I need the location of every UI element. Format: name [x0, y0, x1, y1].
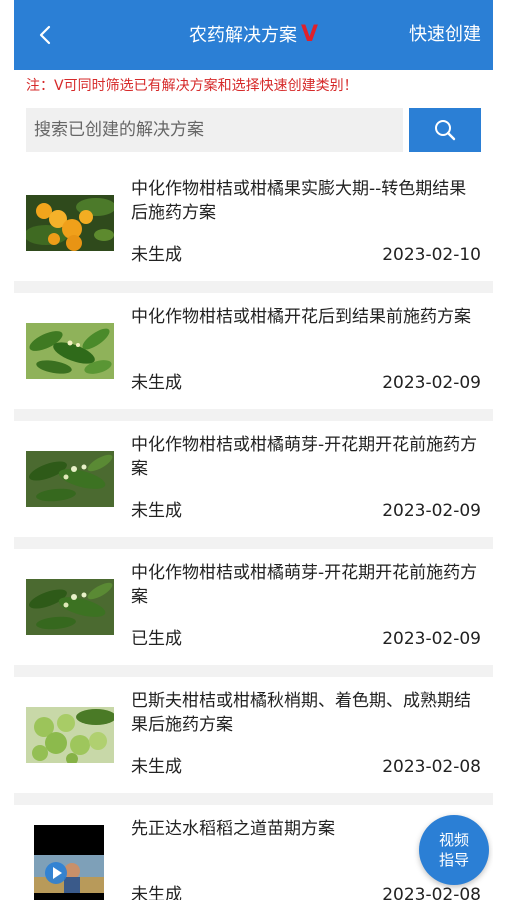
list-item[interactable]: 中化作物柑桔或柑橘萌芽-开花期开花前施药方案 未生成 2023-02-09 [14, 421, 493, 549]
item-date: 2023-02-09 [382, 629, 481, 649]
search-button[interactable] [409, 108, 481, 152]
item-date: 2023-02-09 [382, 501, 481, 521]
item-title: 中化作物柑桔或柑橘开花后到结果前施药方案 [131, 307, 471, 327]
item-title: 中化作物柑桔或柑橘萌芽-开花期开花前施药方案 [131, 563, 478, 607]
green-citrus-image [26, 707, 114, 763]
item-date: 2023-02-08 [382, 885, 481, 900]
list-item[interactable]: 中化作物柑桔或柑橘萌芽-开花期开花前施药方案 已生成 2023-02-09 [14, 549, 493, 677]
list-item[interactable]: 中化作物柑桔或柑橘果实膨大期--转色期结果后施药方案 未生成 2023-02-1… [14, 165, 493, 293]
citrus-buds-image [26, 579, 114, 635]
search-box [26, 108, 403, 152]
orange-fruit-image [26, 195, 114, 251]
item-title: 中化作物柑桔或柑橘萌芽-开花期开花前施药方案 [131, 435, 478, 479]
status-badge: 已生成 [131, 629, 182, 649]
solution-list: 中化作物柑桔或柑橘果实膨大期--转色期结果后施药方案 未生成 2023-02-1… [14, 165, 493, 900]
list-item[interactable]: 中化作物柑桔或柑橘开花后到结果前施药方案 未生成 2023-02-09 [14, 293, 493, 421]
page-title-text: 农药解决方案 [188, 25, 297, 46]
status-badge: 未生成 [131, 245, 182, 265]
status-badge: 未生成 [131, 757, 182, 777]
video-guide-line2: 指导 [438, 851, 469, 869]
filter-v-button[interactable]: V [301, 22, 318, 47]
citrus-leaves-image [26, 323, 114, 379]
item-date: 2023-02-09 [382, 373, 481, 393]
item-title: 中化作物柑桔或柑橘果实膨大期--转色期结果后施药方案 [131, 179, 467, 223]
notice-text: 注：V可同时筛选已有解决方案和选择快速创建类别！ [26, 78, 358, 94]
quick-create-button[interactable]: 快速创建 [409, 22, 481, 48]
status-badge: 未生成 [131, 373, 182, 393]
item-title: 巴斯夫柑桔或柑橘秋梢期、着色期、成熟期结果后施药方案 [131, 691, 471, 735]
top-bar: 农药解决方案 V 快速创建 [14, 0, 493, 70]
search-icon [435, 120, 456, 141]
app-screen: 农药解决方案 V 快速创建 注：V可同时筛选已有解决方案和选择快速创建类别！ 搜… [14, 0, 493, 900]
video-guide-line1: 视频 [438, 831, 469, 849]
list-item[interactable]: 巴斯夫柑桔或柑橘秋梢期、着色期、成熟期结果后施药方案 未生成 2023-02-0… [14, 677, 493, 805]
video-rice-image [34, 825, 104, 900]
status-badge: 未生成 [131, 501, 182, 521]
status-badge: 未生成 [131, 885, 182, 900]
citrus-buds-image [26, 451, 114, 507]
item-date: 2023-02-08 [382, 757, 481, 777]
video-guide-button[interactable]: 视频 指导 [419, 815, 489, 885]
search-input[interactable] [26, 108, 402, 152]
item-date: 2023-02-10 [382, 245, 481, 265]
